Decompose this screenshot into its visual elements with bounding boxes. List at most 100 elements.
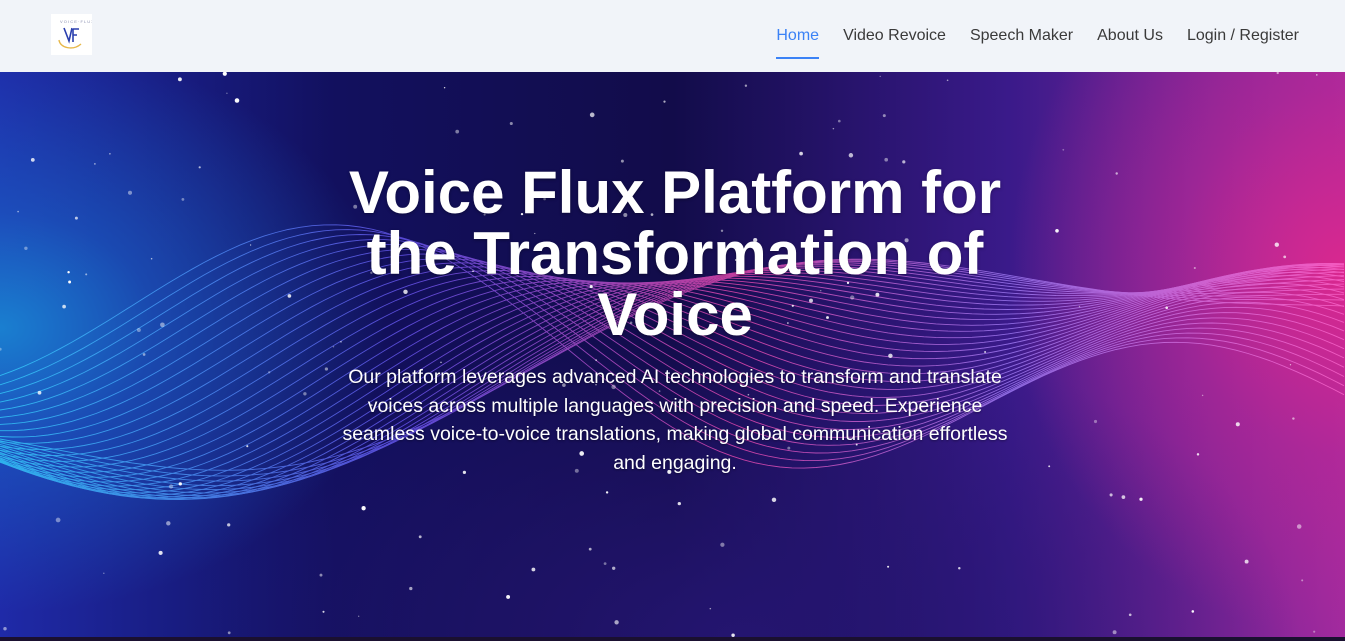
star-dot [409,586,413,591]
star-dot [168,484,174,489]
star-dot [85,273,88,276]
star-dot [287,294,292,298]
star-dot [1128,613,1132,617]
star-dot [55,517,61,523]
star-dot [837,119,841,123]
star-dot [1316,74,1318,76]
star-dot [443,86,446,89]
star-dot [1193,266,1196,270]
star-dot [1196,453,1200,456]
star-dot [160,322,165,328]
star-dot [455,129,460,134]
hero-description: Our platform leverages advanced AI techn… [342,366,1008,474]
star-dot [1121,495,1126,499]
star-dot [1165,306,1168,309]
star-dot [74,216,78,220]
star-dot [1109,493,1113,497]
nav-speech-maker[interactable]: Speech Maker [970,19,1073,53]
star-dot [595,359,597,361]
nav-login-register[interactable]: Login / Register [1187,19,1299,53]
star-dot [1289,364,1292,366]
star-dot [605,491,609,494]
star-dot [358,615,360,617]
star-dot [1296,524,1302,529]
star-dot [1139,497,1143,501]
star-dot [109,152,111,155]
star-dot [136,328,141,332]
star-dot [68,280,72,284]
nav-home[interactable]: Home [776,19,819,59]
star-dot [958,566,961,570]
star-dot [319,573,323,577]
star-dot [24,246,28,251]
star-dot [1292,417,1295,420]
nav-video-revoice[interactable]: Video Revoice [843,19,946,53]
star-dot [322,610,325,613]
star-dot [94,163,96,165]
star-dot [177,77,182,82]
star-dot [30,158,35,162]
svg-text:V O I C E · F L U X: V O I C E · F L U X [60,19,92,24]
voice-flux-logo-icon: V O I C E · F L U X [51,14,94,55]
navbar: V O I C E · F L U X Home Video Revoice S… [0,0,1345,72]
star-dot [246,445,249,448]
logo[interactable]: V O I C E · F L U X [51,14,94,55]
star-dot [166,521,171,526]
star-dot [227,631,231,635]
star-dot [249,244,252,246]
star-dot [799,151,803,156]
star-dot [1274,242,1279,247]
star-dot [879,75,881,78]
star-dot [332,346,335,348]
main-nav: Home Video Revoice Speech Maker About Us… [776,0,1299,72]
star-dot [720,542,725,547]
star-dot [17,210,19,213]
star-dot [418,535,422,539]
star-dot [1078,305,1081,308]
star-dot [1115,172,1118,175]
star-dot [142,353,146,356]
star-dot [0,347,2,351]
star-dot [509,121,513,126]
bottom-strip [0,637,1345,641]
star-dot [1313,630,1316,633]
star-dot [1093,419,1098,424]
star-dot [531,567,536,572]
star-dot [226,92,228,95]
star-dot [848,153,854,158]
star-dot [1062,148,1065,151]
star-dot [771,497,777,503]
star-dot [67,270,70,274]
star-dot [1283,255,1287,259]
star-dot [832,127,835,130]
star-dot [677,501,681,506]
star-dot [1276,72,1279,75]
star-dot [589,112,595,118]
star-dot [198,166,201,169]
star-dot [150,257,153,260]
star-dot [234,98,240,103]
star-dot [158,550,163,555]
star-dot [709,607,712,610]
star-dot [268,371,271,374]
star-dot [663,100,666,103]
star-dot [888,353,893,359]
star-dot [1112,630,1117,635]
star-dot [603,562,607,565]
star-dot [103,572,105,575]
hero-section: Voice Flux Platform for the Transformati… [0,72,1345,641]
star-dot [1244,559,1249,564]
star-dot [614,620,619,625]
star-dot [612,566,616,570]
star-dot [984,350,987,354]
star-dot [506,594,511,599]
star-dot [588,547,592,551]
nav-about-us[interactable]: About Us [1097,19,1163,53]
star-dot [227,523,231,527]
star-dot [222,72,227,76]
star-dot [1301,579,1304,582]
star-dot [178,482,182,486]
star-dot [1048,465,1051,468]
star-dot [882,114,886,118]
star-dot [887,565,890,568]
